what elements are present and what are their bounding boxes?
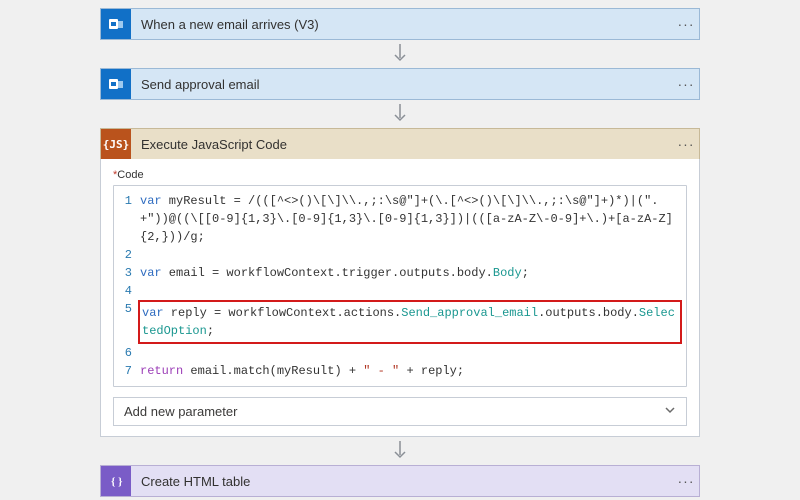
line-number: 1	[114, 192, 140, 210]
execute-js-details: *Code 1 var myResult = /(([^<>()\[\]\\.,…	[100, 159, 700, 437]
outlook-icon	[101, 9, 131, 39]
code-line: var email = workflowContext.trigger.outp…	[140, 264, 680, 282]
outlook-icon	[101, 69, 131, 99]
svg-text:{ }: { }	[111, 476, 122, 488]
code-line: return email.match(myResult) + " - " + r…	[140, 362, 680, 380]
more-icon[interactable]: ···	[673, 473, 699, 489]
more-icon[interactable]: ···	[673, 136, 699, 152]
highlighted-code-line: var reply = workflowContext.actions.Send…	[138, 300, 682, 344]
code-field-label: *Code	[113, 169, 687, 181]
line-number: 6	[114, 344, 140, 362]
flow-step-send-approval[interactable]: Send approval email ···	[100, 68, 700, 100]
flow-step-trigger[interactable]: When a new email arrives (V3) ···	[100, 8, 700, 40]
line-number: 2	[114, 246, 140, 264]
code-line: var myResult = /(([^<>()\[\]\\.,;:\s@"]+…	[140, 192, 680, 246]
flow-step-title: When a new email arrives (V3)	[131, 17, 673, 32]
add-parameter-dropdown[interactable]: Add new parameter	[113, 397, 687, 426]
more-icon[interactable]: ···	[673, 76, 699, 92]
more-icon[interactable]: ···	[673, 16, 699, 32]
flow-step-title: Send approval email	[131, 77, 673, 92]
connector-arrow	[392, 44, 408, 64]
connector-arrow	[392, 104, 408, 124]
chevron-down-icon	[664, 404, 676, 419]
flow-step-create-table[interactable]: { } Create HTML table ···	[100, 465, 700, 497]
js-icon: {JS}	[101, 129, 131, 159]
code-editor[interactable]: 1 var myResult = /(([^<>()\[\]\\.,;:\s@"…	[113, 185, 687, 387]
dataops-icon: { }	[101, 466, 131, 496]
line-number: 4	[114, 282, 140, 300]
add-parameter-label: Add new parameter	[124, 404, 237, 419]
line-number: 7	[114, 362, 140, 380]
line-number: 5	[114, 300, 140, 318]
flow-step-execute-js[interactable]: {JS} Execute JavaScript Code ···	[100, 128, 700, 159]
line-number: 3	[114, 264, 140, 282]
flow-step-title: Execute JavaScript Code	[131, 137, 673, 152]
flow-step-title: Create HTML table	[131, 474, 673, 489]
connector-arrow	[392, 441, 408, 461]
